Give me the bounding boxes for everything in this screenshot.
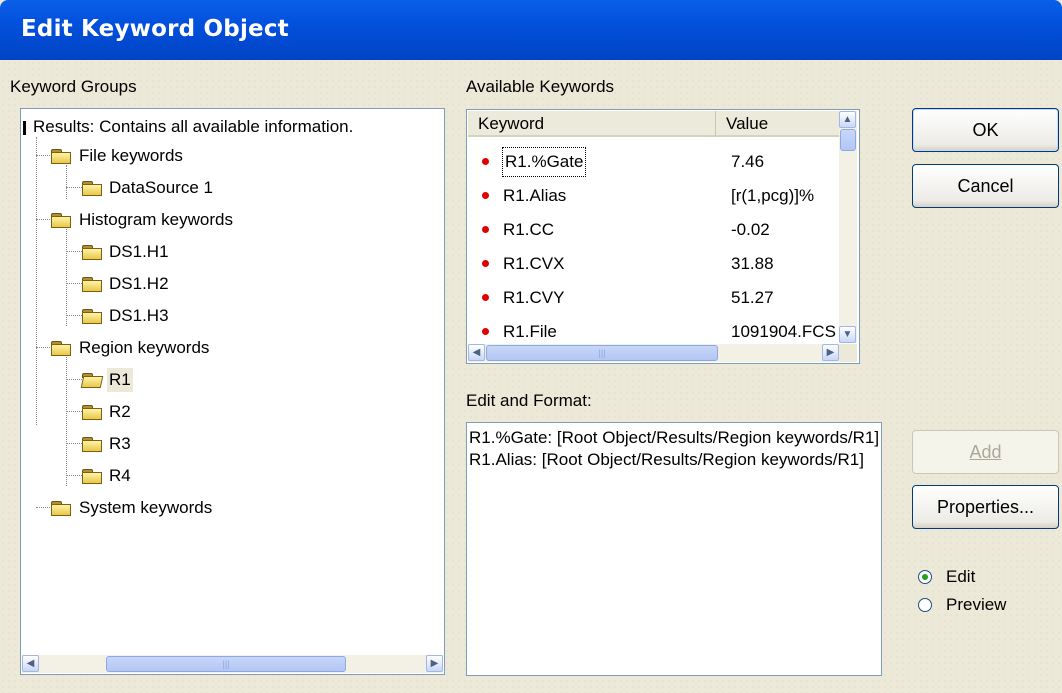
edit-radio-label: Edit	[946, 567, 976, 586]
tree-guide-line	[36, 347, 52, 348]
folder-icon	[51, 341, 71, 356]
keyword-value: [r(1,pcg)]%	[731, 186, 815, 205]
tree-guide-line	[36, 507, 52, 508]
available-keywords-list[interactable]: Keyword Value R1.%Gate 7.46 R1.Alias [r(…	[466, 109, 860, 364]
tree-item-label: System keywords	[79, 498, 213, 517]
keyword-name: R1.CVX	[503, 254, 565, 273]
dialog-title: Edit Keyword Object	[21, 16, 289, 42]
open-folder-icon	[80, 373, 104, 388]
column-header-value[interactable]: Value	[716, 111, 854, 137]
tree-item-label: DataSource 1	[109, 178, 213, 197]
folder-icon	[51, 149, 71, 164]
bullet-icon	[482, 158, 489, 165]
add-button[interactable]: Add	[912, 430, 1059, 474]
bullet-icon	[482, 260, 489, 267]
tree-guide-line	[66, 187, 82, 188]
folder-icon	[82, 181, 102, 196]
tree-guide-line	[66, 251, 82, 252]
preview-radio-label: Preview	[946, 595, 1007, 614]
keywords-vertical-scrollbar[interactable]: ▲ ▼	[839, 111, 857, 343]
edit-and-format-label: Edit and Format:	[466, 391, 592, 410]
folder-icon	[82, 277, 102, 292]
folder-icon	[51, 213, 71, 228]
tree-guide-line	[66, 379, 82, 380]
tree-item-label: DS1.H2	[109, 274, 169, 293]
keyword-value: 51.27	[731, 288, 774, 307]
bullet-icon	[482, 294, 489, 301]
folder-icon	[51, 501, 71, 516]
tree-item-label: R4	[109, 466, 131, 485]
tree-guide-line	[36, 155, 52, 156]
edit-text-line: R1.%Gate: [Root Object/Results/Region ke…	[469, 428, 880, 447]
column-header-keyword[interactable]: Keyword	[468, 111, 716, 137]
scroll-right-button[interactable]: ▶	[426, 655, 443, 672]
keyword-name: R1.Alias	[503, 186, 567, 205]
folder-icon	[82, 437, 102, 452]
tree-guide-line	[66, 357, 67, 486]
add-button-label: Add	[969, 442, 1002, 462]
tree-horizontal-scrollbar[interactable]: ◀ ||| ▶	[22, 655, 443, 673]
keyword-value: 7.46	[731, 152, 765, 171]
properties-button[interactable]: Properties...	[912, 485, 1059, 529]
scroll-thumb[interactable]	[840, 129, 856, 151]
tree-item-label: File keywords	[79, 146, 183, 165]
tree-item-label: R2	[109, 402, 131, 421]
scroll-down-button[interactable]: ▼	[839, 326, 856, 343]
tree-guide-line	[66, 283, 82, 284]
keyword-groups-label: Keyword Groups	[10, 77, 137, 96]
tree-guide-line	[36, 219, 52, 220]
folder-icon	[82, 405, 102, 420]
keyword-name: R1.CVY	[503, 288, 565, 307]
tree-guide-line	[66, 165, 67, 199]
tree-item-label: Region keywords	[79, 338, 210, 357]
bullet-icon	[482, 226, 489, 233]
scroll-right-button[interactable]: ▶	[822, 344, 839, 361]
scroll-up-button[interactable]: ▲	[839, 111, 856, 128]
tree-guide-line	[66, 411, 82, 412]
keyword-name: R1.%Gate	[501, 147, 587, 177]
bullet-icon	[482, 192, 489, 199]
folder-icon	[82, 309, 102, 324]
dialog-title-bar[interactable]: Edit Keyword Object	[0, 0, 1062, 60]
preview-radio-option[interactable]: Preview	[918, 593, 1048, 617]
ok-button[interactable]: OK	[912, 108, 1059, 152]
keyword-name: R1.CC	[503, 220, 555, 239]
tree-guide-line	[66, 315, 82, 316]
root-marker-icon	[23, 121, 26, 135]
edit-radio-option[interactable]: Edit	[918, 565, 1048, 589]
keyword-groups-tree[interactable]: Results: Contains all available informat…	[20, 108, 445, 675]
tree-item-label: Results: Contains all available informat…	[33, 117, 354, 136]
edit-radio-button[interactable]	[918, 570, 932, 584]
keyword-value: -0.02	[731, 220, 770, 239]
available-keywords-label: Available Keywords	[466, 77, 615, 96]
edit-and-format-textarea[interactable]: R1.%Gate: [Root Object/Results/Region ke…	[466, 422, 882, 676]
scroll-thumb[interactable]: |||	[106, 656, 346, 672]
keywords-horizontal-scrollbar[interactable]: ◀ ||| ▶	[468, 344, 857, 362]
folder-icon	[82, 469, 102, 484]
scroll-left-button[interactable]: ◀	[22, 655, 39, 672]
preview-radio-button[interactable]	[918, 598, 932, 612]
keyword-value: 31.88	[731, 254, 774, 273]
edit-text-line: R1.Alias: [Root Object/Results/Region ke…	[469, 450, 864, 469]
tree-item-label: Histogram keywords	[79, 210, 233, 229]
tree-guide-line	[66, 229, 67, 326]
tree-guide-line	[66, 475, 82, 476]
tree-item-label: DS1.H1	[109, 242, 169, 261]
scroll-thumb[interactable]: |||	[486, 345, 718, 361]
dialog-body: Keyword Groups Results: Contains all ava…	[0, 60, 1062, 693]
tree-guide-line	[36, 137, 37, 425]
tree-guide-line	[66, 443, 82, 444]
tree-item-label: DS1.H3	[109, 306, 169, 325]
tree-item-label: R3	[109, 434, 131, 453]
tree-item-label: R1	[107, 368, 133, 392]
bullet-icon	[482, 328, 489, 335]
scrollbar-corner	[839, 344, 857, 362]
folder-icon	[82, 245, 102, 260]
scroll-left-button[interactable]: ◀	[468, 344, 485, 361]
cancel-button[interactable]: Cancel	[912, 164, 1059, 208]
